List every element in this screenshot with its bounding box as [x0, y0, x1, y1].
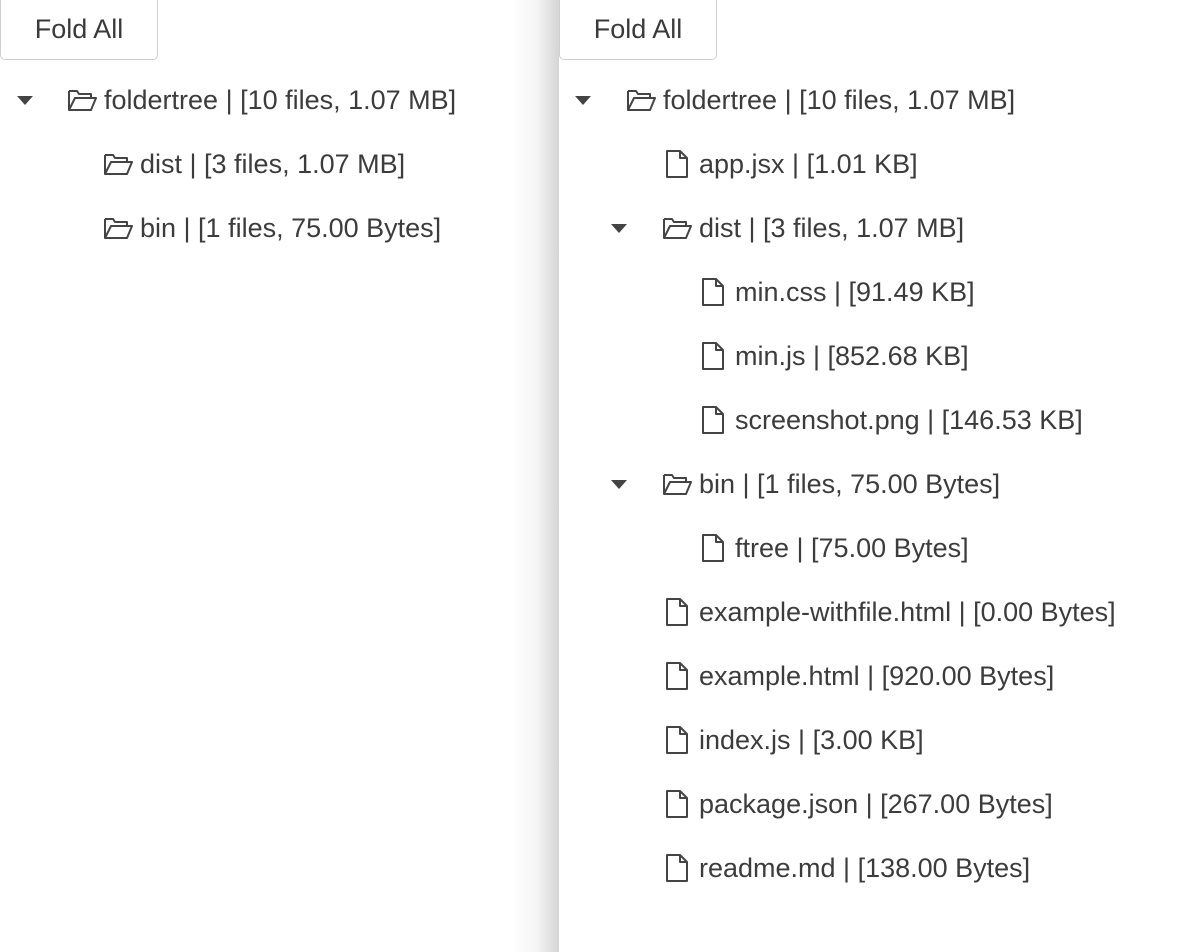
tree-node-label: min.css | [91.49 KB]	[735, 276, 975, 307]
tree-node-label: bin | [1 files, 75.00 Bytes]	[140, 212, 442, 243]
file-icon	[661, 148, 693, 180]
tree-folder-dist[interactable]: dist | [3 files, 1.07 MB]	[661, 208, 964, 248]
file-icon	[697, 276, 729, 308]
file-icon	[697, 404, 729, 436]
folder-open-icon	[661, 212, 693, 244]
tree-folder-foldertree[interactable]: foldertree | [10 files, 1.07 MB]	[625, 80, 1015, 120]
tree-node-label: example.html | [920.00 Bytes]	[699, 660, 1055, 691]
tree-file-index-js[interactable]: index.js | [3.00 KB]	[661, 720, 924, 760]
tree-node-label: index.js | [3.00 KB]	[699, 724, 924, 755]
tree-node-label: ftree | [75.00 Bytes]	[735, 532, 969, 563]
file-icon	[661, 788, 693, 820]
folder-open-icon	[102, 212, 134, 244]
tree-node-label: bin | [1 files, 75.00 Bytes]	[699, 468, 1001, 499]
caret-down-icon[interactable]	[611, 224, 627, 233]
tree-folder-bin[interactable]: bin | [1 files, 75.00 Bytes]	[102, 208, 441, 248]
tree-node-label: dist | [3 files, 1.07 MB]	[699, 212, 965, 243]
tree-folder-bin[interactable]: bin | [1 files, 75.00 Bytes]	[661, 464, 1000, 504]
tree-node-label: foldertree | [10 files, 1.07 MB]	[663, 84, 1016, 115]
tree-node-label: app.jsx | [1.01 KB]	[699, 148, 918, 179]
folder-open-icon	[66, 84, 98, 116]
tree-file-min-css[interactable]: min.css | [91.49 KB]	[697, 272, 975, 312]
file-icon	[661, 852, 693, 884]
tree-file-example-withfile-html[interactable]: example-withfile.html | [0.00 Bytes]	[661, 592, 1116, 632]
tree-file-example-html[interactable]: example.html | [920.00 Bytes]	[661, 656, 1054, 696]
file-icon	[697, 532, 729, 564]
folder-open-icon	[102, 148, 134, 180]
panel-divider	[510, 0, 558, 952]
tree-folder-foldertree[interactable]: foldertree | [10 files, 1.07 MB]	[66, 80, 456, 120]
tree-node-label: dist | [3 files, 1.07 MB]	[140, 148, 406, 179]
tree-file-ftree[interactable]: ftree | [75.00 Bytes]	[697, 528, 969, 568]
fold-all-button[interactable]: Fold All	[0, 0, 158, 60]
tree-node-label: screenshot.png | [146.53 KB]	[735, 404, 1083, 435]
tree-file-screenshot-png[interactable]: screenshot.png | [146.53 KB]	[697, 400, 1083, 440]
caret-down-icon[interactable]	[575, 96, 591, 105]
file-icon	[697, 340, 729, 372]
tree-node-label: min.js | [852.68 KB]	[735, 340, 969, 371]
folder-open-icon	[661, 468, 693, 500]
tree-node-label: readme.md | [138.00 Bytes]	[699, 852, 1031, 883]
folder-open-icon	[625, 84, 657, 116]
left-tree-panel: Fold All foldertree | [10 files, 1.07 MB…	[0, 0, 558, 952]
tree-file-app-jsx[interactable]: app.jsx | [1.01 KB]	[661, 144, 918, 184]
file-icon	[661, 724, 693, 756]
caret-down-icon[interactable]	[611, 480, 627, 489]
tree-file-package-json[interactable]: package.json | [267.00 Bytes]	[661, 784, 1053, 824]
tree-file-min-js[interactable]: min.js | [852.68 KB]	[697, 336, 969, 376]
file-icon	[661, 596, 693, 628]
tree-node-label: example-withfile.html | [0.00 Bytes]	[699, 596, 1116, 627]
tree-node-label: package.json | [267.00 Bytes]	[699, 788, 1053, 819]
tree-folder-dist[interactable]: dist | [3 files, 1.07 MB]	[102, 144, 405, 184]
fold-all-button[interactable]: Fold All	[559, 0, 717, 60]
file-icon	[661, 660, 693, 692]
caret-down-icon[interactable]	[17, 96, 33, 105]
right-tree-panel: Fold All foldertree | [10 files, 1.07 MB…	[558, 0, 1192, 952]
tree-node-label: foldertree | [10 files, 1.07 MB]	[104, 84, 457, 115]
tree-file-readme-md[interactable]: readme.md | [138.00 Bytes]	[661, 848, 1030, 888]
